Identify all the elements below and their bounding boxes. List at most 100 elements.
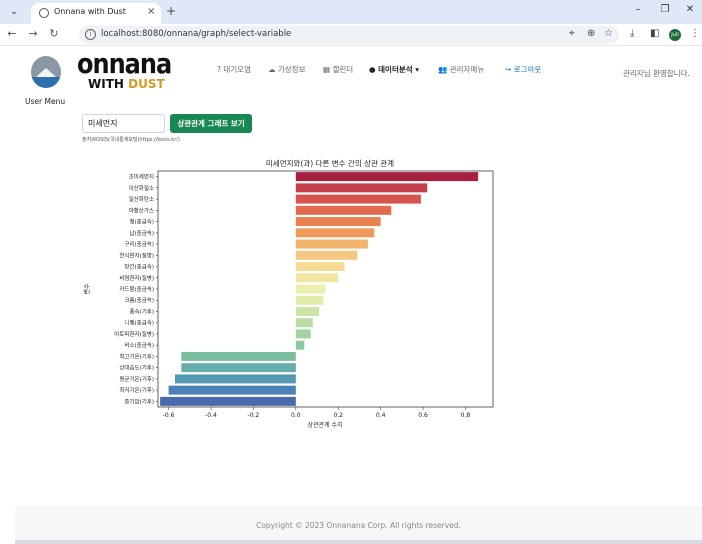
y-tick-label: 최고기온(기후) [119, 352, 154, 360]
y-tick-label: 아토피환자(질병) [114, 330, 154, 338]
bar-10 [295, 284, 326, 294]
welcome-message: 관리자님 환영합니다. [623, 69, 690, 78]
side-panel-icon[interactable]: ◧ [650, 28, 659, 39]
nav-data-analysis-dropdown[interactable]: ● 데이터분석 ▾ [369, 64, 419, 75]
bar-14 [295, 329, 311, 339]
close-tab-icon[interactable]: × [147, 6, 155, 17]
zoom-icon[interactable]: ⊕ [587, 28, 595, 39]
minimize-icon[interactable]: – [628, 4, 648, 15]
restore-icon[interactable]: ❐ [655, 4, 675, 15]
footer: Copyright © 2023 Onnanana Corp. All righ… [15, 506, 702, 544]
nav-admin-menu[interactable]: 👥 관리자메뉴 [438, 64, 484, 75]
tab-search-icon[interactable]: ⌄ [6, 4, 22, 20]
page-bottom-edge [15, 540, 702, 544]
browser-tab[interactable]: Onnana with Dust × [31, 3, 161, 24]
brand-with: WITH [88, 77, 129, 91]
forward-icon[interactable]: → [26, 27, 40, 40]
y-tick-label: 크롬(중금속) [124, 296, 154, 304]
bar-13 [295, 318, 313, 328]
x-axis-label: 상관관계 수치 [307, 421, 342, 429]
bar-5 [295, 228, 375, 238]
bar-4 [295, 217, 381, 227]
y-tick-labels: 초미세먼지이산화질소일산화탄소아황산가스철(중금속) 납(중금속) 구리(중금속) 천… [114, 173, 158, 405]
y-tick-label: 풍속(기후) [129, 307, 154, 315]
site-info-icon[interactable]: i [85, 29, 96, 40]
x-tick-label: -0.2 [248, 412, 260, 419]
y-tick-label: 구리(중금속) [124, 240, 154, 248]
browser-toolbar: ← → ↻ i localhost:8080/onnana/graph/sele… [0, 24, 702, 46]
chart-title: 미세먼지와(과) 다른 변수 간의 상관 관계 [266, 158, 394, 168]
nav-logout[interactable]: ↪ 로그아웃 [505, 64, 541, 75]
bar-7 [295, 250, 358, 260]
new-tab-icon[interactable]: + [166, 4, 176, 18]
profile-avatar[interactable]: Juli [669, 29, 681, 41]
bar-12 [295, 306, 320, 316]
x-tick-label: -0.4 [205, 412, 217, 419]
location-icon[interactable]: ⌖ [569, 28, 575, 39]
bar-17 [181, 363, 296, 373]
reload-icon[interactable]: ↻ [47, 27, 61, 40]
brand-name[interactable]: onnana [77, 48, 172, 80]
bar-1 [295, 183, 428, 193]
y-tick-label: 비소(중금속) [124, 341, 154, 349]
y-tick-label: 철(중금속) [129, 218, 154, 226]
bar-15 [295, 340, 305, 350]
bars-group [160, 172, 479, 406]
nav-air-pollution[interactable]: ? 대기오염 [217, 64, 251, 75]
tab-title: Onnana with Dust [54, 7, 126, 16]
nav-weather-info[interactable]: ☁ 기상정보 [268, 64, 305, 75]
brand-dust: DUST [128, 77, 165, 91]
address-bar[interactable]: i localhost:8080/onnana/graph/select-var… [79, 26, 619, 44]
logo-wave [31, 77, 61, 88]
x-tick-label: 0.0 [291, 412, 301, 419]
y-tick-label: 초미세먼지 [129, 173, 154, 181]
bar-11 [295, 295, 324, 305]
show-correlation-graph-button[interactable]: 상관관계 그래프 보기 [170, 114, 252, 133]
data-source-note: 출처(KOSIS(국내통계포털)https://kosis.kr/) [82, 137, 180, 143]
nav-calendar[interactable]: ▦ 캘린더 [323, 64, 353, 75]
bar-19 [168, 385, 296, 395]
globe-icon [39, 8, 49, 18]
bar-20 [160, 396, 296, 406]
x-tick-label: 0.8 [461, 412, 471, 419]
bar-2 [295, 194, 421, 204]
y-tick-label: 상대습도(기후) [119, 364, 154, 372]
page-content: onnana WITH DUST User Menu ? 대기오염 ☁ 기상정보… [15, 46, 702, 544]
x-tick-label: 0.4 [376, 412, 386, 419]
url-text[interactable]: localhost:8080/onnana/graph/select-varia… [101, 29, 291, 39]
back-icon[interactable]: ← [5, 27, 19, 40]
y-tick-label: 평균기온(기후) [119, 375, 154, 383]
y-axis-label: 변수 [83, 283, 91, 295]
y-tick-label: 납(중금속) [129, 229, 154, 237]
logo-icon[interactable] [31, 56, 61, 88]
kebab-menu-icon[interactable]: ⋮ [690, 28, 700, 39]
bar-16 [181, 351, 296, 361]
x-tick-label: -0.6 [163, 412, 175, 419]
bar-8 [295, 262, 345, 272]
y-tick-label: 비염환자(질병) [119, 274, 154, 282]
y-tick-label: 최저기온(기후) [119, 386, 154, 394]
browser-tab-strip: ⌄ Onnana with Dust × + – ❐ ✕ [0, 0, 702, 24]
y-tick-label: 아황산가스 [129, 206, 154, 214]
y-tick-label: 천식환자(질병) [119, 251, 154, 259]
y-tick-label: 카드뮴(중금속) [119, 285, 154, 293]
variable-input[interactable] [82, 114, 165, 133]
x-tick-label: 0.2 [333, 412, 343, 419]
window-close-icon[interactable]: ✕ [680, 4, 700, 15]
y-tick-label: 망간(중금속) [124, 263, 154, 271]
bar-18 [174, 374, 296, 384]
x-ticks: -0.6 -0.4 -0.2 0.0 0.2 0.4 0.6 0.8 [163, 407, 471, 419]
bar-9 [295, 273, 339, 283]
x-tick-label: 0.6 [418, 412, 428, 419]
bar-0 [295, 172, 479, 182]
bookmark-star-icon[interactable]: ☆ [604, 28, 613, 39]
bar-6 [295, 239, 368, 249]
footer-copyright: Copyright © 2023 Onnanana Corp. All righ… [256, 521, 461, 530]
bar-3 [295, 205, 392, 215]
y-tick-label: 일산화탄소 [129, 195, 154, 203]
logo-mountain [36, 68, 56, 77]
y-tick-label: 이산화질소 [129, 184, 154, 192]
user-menu-label[interactable]: User Menu [25, 97, 65, 106]
y-tick-label: 니켈(중금속) [124, 319, 154, 327]
download-icon[interactable]: ⤓ [630, 28, 634, 39]
